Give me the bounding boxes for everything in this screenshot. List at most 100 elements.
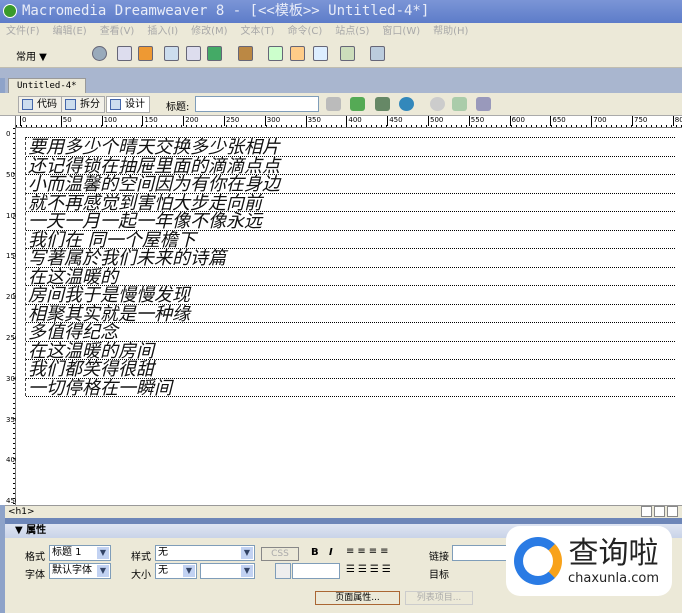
code-view-button[interactable]: 代码 — [18, 96, 62, 113]
design-icon — [110, 99, 121, 110]
named-anchor-icon[interactable] — [138, 46, 153, 61]
split-icon — [65, 99, 76, 110]
design-view-button[interactable]: 设计 — [106, 96, 150, 113]
lyric-line[interactable]: 在这温暖的 — [26, 266, 675, 286]
document-toolbar: 代码 拆分 设计 标题: — [0, 93, 682, 116]
lyric-line[interactable]: 相聚其实就是一种缘 — [26, 303, 675, 323]
size-select[interactable]: 无 ▼ — [155, 563, 197, 579]
preview-browser-icon[interactable] — [399, 97, 414, 111]
link-input[interactable] — [452, 545, 512, 561]
ruler-tick-label: 50 — [60, 116, 72, 126]
design-view[interactable]: 要用多少个晴天交换多少张相片 还记得锁在抽屉里面的滴滴点点 小而温馨的空间因为有你在… — [16, 128, 682, 505]
lyric-line[interactable]: 就不再感觉到害怕大步走向前 — [26, 192, 675, 212]
ruler-tick-label: 650 — [550, 116, 566, 126]
templates-icon[interactable] — [340, 46, 355, 61]
menu-help[interactable]: 帮助(H) — [433, 23, 468, 40]
hyperlink-icon[interactable] — [92, 46, 107, 61]
validate-icon[interactable] — [350, 97, 365, 111]
link-label: 链接 — [429, 552, 449, 563]
menu-text[interactable]: 文本(T) — [241, 23, 275, 40]
lyric-line[interactable]: 写著属於我们未来的诗篇 — [26, 248, 675, 268]
font-value: 默认字体 — [52, 565, 92, 576]
ruler-tick-label: 200 — [183, 116, 199, 126]
image-icon[interactable] — [207, 46, 222, 61]
text-color-input[interactable] — [292, 563, 340, 579]
italic-button[interactable]: I — [329, 547, 333, 558]
watermark-en: chaxunla.com — [568, 570, 659, 586]
zoom-tool-icon[interactable] — [667, 506, 678, 517]
lyric-line[interactable]: 我们在 同一个屋檐下 — [26, 229, 675, 249]
view-options-icon[interactable] — [452, 97, 467, 111]
table-icon[interactable] — [164, 46, 179, 61]
style-select[interactable]: 无 ▼ — [155, 545, 255, 561]
insert-toolbar: 常用 ▼ — [0, 40, 682, 68]
size-unit-select[interactable]: ▼ — [200, 563, 255, 579]
menu-commands[interactable]: 命令(C) — [287, 23, 322, 40]
tag-selector-h1[interactable]: <h1> — [8, 507, 35, 517]
format-select[interactable]: 标题 1 ▼ — [49, 545, 111, 561]
ruler-tick-label: 150 — [142, 116, 158, 126]
tag-chooser-icon[interactable] — [370, 46, 385, 61]
hand-tool-icon[interactable] — [654, 506, 665, 517]
menu-bar: 文件(F) 编辑(E) 查看(V) 插入(I) 修改(M) 文本(T) 命令(C… — [0, 23, 682, 40]
insert-category-dropdown[interactable]: 常用 ▼ — [16, 48, 47, 63]
media-icon[interactable] — [238, 46, 253, 61]
title-input[interactable] — [195, 96, 319, 112]
ruler-tick-label: 500 — [428, 116, 444, 126]
chevron-down-icon: ▼ — [241, 547, 253, 559]
font-label: 字体 — [25, 570, 45, 581]
ruler-tick-label: 50 — [6, 170, 15, 179]
lyric-line[interactable]: 多值得纪念 — [26, 322, 675, 342]
menu-edit[interactable]: 编辑(E) — [53, 23, 87, 40]
menu-site[interactable]: 站点(S) — [335, 23, 369, 40]
ruler-tick-label: 700 — [591, 116, 607, 126]
chaxunla-watermark: 查询啦 chaxunla.com — [506, 526, 672, 596]
style-value: 无 — [158, 547, 168, 558]
server-side-include-icon[interactable] — [313, 46, 328, 61]
lyric-line[interactable]: 小而温馨的空间因为有你在身边 — [26, 174, 675, 194]
layer-icon[interactable] — [186, 46, 201, 61]
font-select[interactable]: 默认字体 ▼ — [49, 563, 111, 579]
watermark-cn: 查询啦 — [568, 535, 659, 571]
ruler-tick-label: 300 — [264, 116, 281, 126]
bold-button[interactable]: B — [311, 547, 319, 558]
ruler-tick-label: 800 — [672, 116, 682, 126]
file-management-icon[interactable] — [375, 97, 390, 111]
menu-modify[interactable]: 修改(M) — [191, 23, 227, 40]
horizontal-ruler: 0 50 100 150 200 250 300 350 400 450 500 550 600 650 7… — [16, 116, 682, 128]
menu-view[interactable]: 查看(V) — [100, 23, 135, 40]
visual-aids-icon[interactable] — [476, 97, 491, 111]
lyric-line[interactable]: 还记得锁在抽屉里面的滴滴点点 — [26, 155, 675, 175]
document-tabs: Untitled-4* — [0, 78, 682, 93]
ruler-tick-label: 350 — [305, 116, 321, 126]
lyric-line[interactable]: 房间我于是慢慢发现 — [26, 285, 675, 305]
menu-insert[interactable]: 插入(I) — [147, 23, 178, 40]
size-label: 大小 — [131, 570, 151, 581]
date-icon[interactable] — [268, 46, 283, 61]
align-buttons[interactable]: ≡≡≡≡ — [346, 546, 392, 557]
lyric-line[interactable]: 一天一月一起一年像不像永远 — [26, 211, 675, 231]
list-indent-buttons[interactable]: ☰☰☰☰ — [346, 564, 394, 575]
ruler-tick-label: 0 — [20, 116, 27, 126]
ruler-tick-label: 100 — [101, 116, 117, 126]
lyric-line[interactable]: 我们都笑得很甜 — [26, 359, 675, 379]
menu-window[interactable]: 窗口(W) — [382, 23, 420, 40]
css-button[interactable]: CSS — [261, 547, 299, 561]
lyric-line[interactable]: 一切停格在一瞬间 — [26, 377, 675, 397]
email-link-icon[interactable] — [117, 46, 132, 61]
tab-untitled-4[interactable]: Untitled-4* — [8, 78, 86, 93]
refresh-icon[interactable] — [430, 97, 445, 111]
lyric-line[interactable]: 在这温暖的房间 — [26, 340, 675, 360]
split-view-button[interactable]: 拆分 — [61, 96, 105, 113]
lyric-line[interactable]: 要用多少个晴天交换多少张相片 — [26, 137, 675, 157]
text-color-picker[interactable] — [275, 563, 291, 579]
ruler-tick-label: 0 — [6, 130, 11, 138]
heading-block[interactable]: 要用多少个晴天交换多少张相片 还记得锁在抽屉里面的滴滴点点 小而温馨的空间因为有你在… — [25, 137, 675, 397]
page-properties-button[interactable]: 页面属性... — [315, 591, 400, 605]
select-tool-icon[interactable] — [641, 506, 652, 517]
browser-check-icon[interactable] — [326, 97, 341, 111]
menu-file[interactable]: 文件(F) — [6, 23, 40, 40]
list-item-button[interactable]: 列表项目... — [405, 591, 473, 605]
window-title: Macromedia Dreamweaver 8 - [<<模板>> Untit… — [22, 3, 430, 19]
comment-icon[interactable] — [290, 46, 305, 61]
